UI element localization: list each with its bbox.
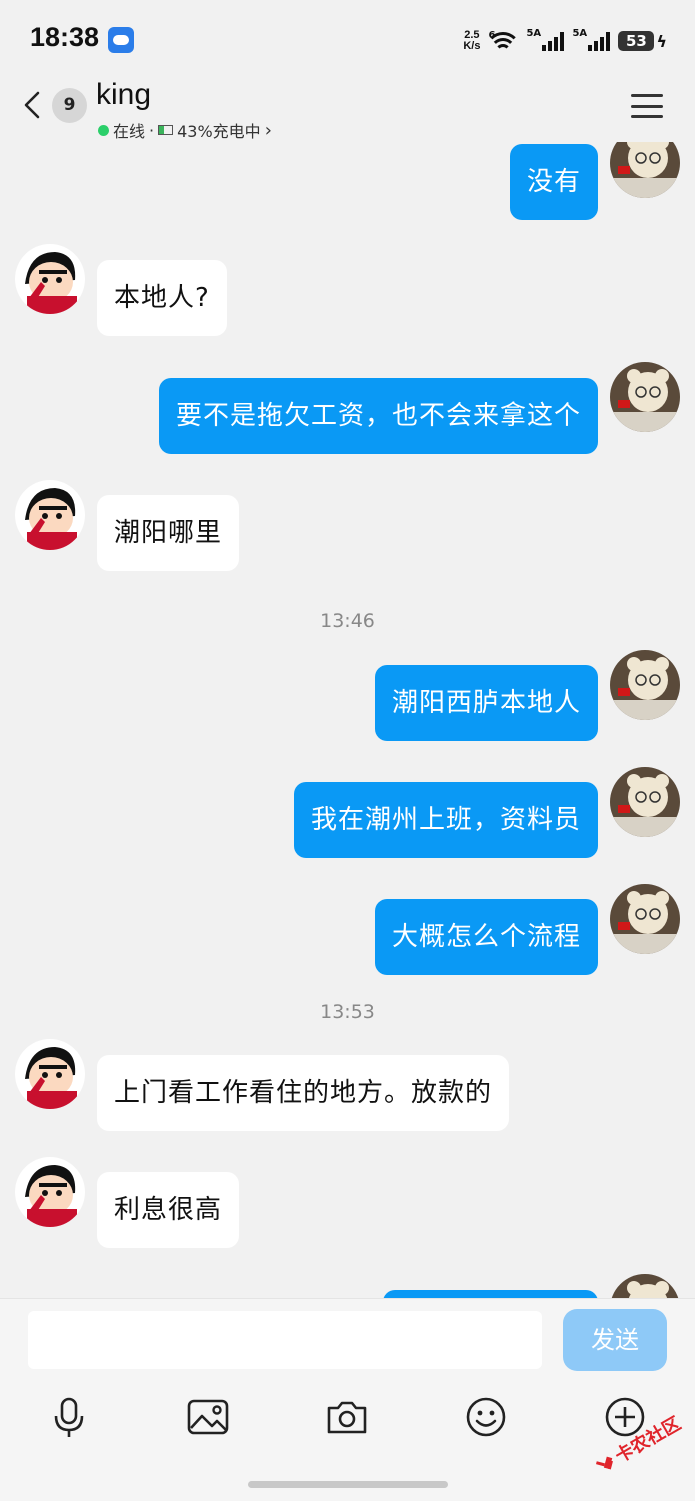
user-avatar[interactable] [610,884,680,954]
message-bubble[interactable]: 上门看工作看住的地方。放款的 [97,1055,510,1131]
chat-header: 9 king 在线 · 43%充电中 › [0,78,695,142]
emoji-icon[interactable] [463,1394,509,1440]
camera-icon[interactable] [324,1394,370,1440]
contact-avatar[interactable] [15,480,85,550]
battery-icon: 53 ϟ [618,31,667,51]
online-dot-icon [98,124,109,136]
message-bubble[interactable]: 我在潮州上班，资料员 [293,782,598,858]
weather-icon [108,27,134,53]
message-bubble[interactable]: 潮阳哪里 [97,495,240,571]
microphone-icon[interactable] [46,1394,92,1440]
contact-name[interactable]: king [96,78,151,112]
message-timestamp: 13:46 [320,610,375,632]
message-timestamp: 13:53 [320,1001,375,1023]
charging-icon: ϟ [656,31,667,51]
menu-icon[interactable] [631,94,663,118]
contact-avatar[interactable] [15,244,85,314]
status-time: 18:38 [30,22,100,52]
chevron-right-icon: › [264,119,272,141]
image-icon[interactable] [185,1394,231,1440]
signal-icon: 5A [572,28,611,51]
network-speed: 2.5 K/s [463,29,481,52]
message-bubble[interactable]: 利息很高 [97,1172,240,1248]
unread-count-badge[interactable]: 9 [52,88,87,123]
user-avatar[interactable] [610,142,680,198]
home-indicator[interactable] [248,1481,448,1488]
message-bubble[interactable]: 要不是拖欠工资，也不会来拿这个 [158,378,598,454]
message-list[interactable]: 没有 本地人? 要不是拖欠工资，也不会来拿这个 潮阳哪里 13:46 潮阳西胪本… [0,142,695,1298]
user-avatar[interactable] [610,362,680,432]
status-indicators: 2.5 K/s 6 5A 5A 53 ϟ [463,28,667,54]
contact-avatar[interactable] [15,1039,85,1109]
message-bubble[interactable]: 潮阳西胪本地人 [374,665,598,741]
user-avatar[interactable] [610,1274,680,1298]
contact-avatar[interactable] [15,1157,85,1227]
message-bubble[interactable]: 没有 [509,144,598,220]
user-avatar[interactable] [610,767,680,837]
user-avatar[interactable] [610,650,680,720]
send-button[interactable]: 发送 [563,1309,667,1371]
watermark-logo: 卡农社区 [596,1412,685,1470]
signal-icon: 5A [526,28,565,51]
message-bubble[interactable] [383,1290,598,1298]
message-input[interactable] [28,1311,542,1369]
back-arrow-icon[interactable] [20,90,50,120]
wifi-icon: 6 [488,30,519,52]
contact-status[interactable]: 在线 · 43%充电中 › [98,118,272,142]
svg-text:卡农社区: 卡农社区 [611,1412,684,1467]
message-bubble[interactable]: 大概怎么个流程 [374,899,598,975]
message-bubble[interactable]: 本地人? [97,260,227,336]
status-bar: 18:38 2.5 K/s 6 5A 5A 53 ϟ [0,0,695,80]
battery-mini-icon [158,125,174,135]
